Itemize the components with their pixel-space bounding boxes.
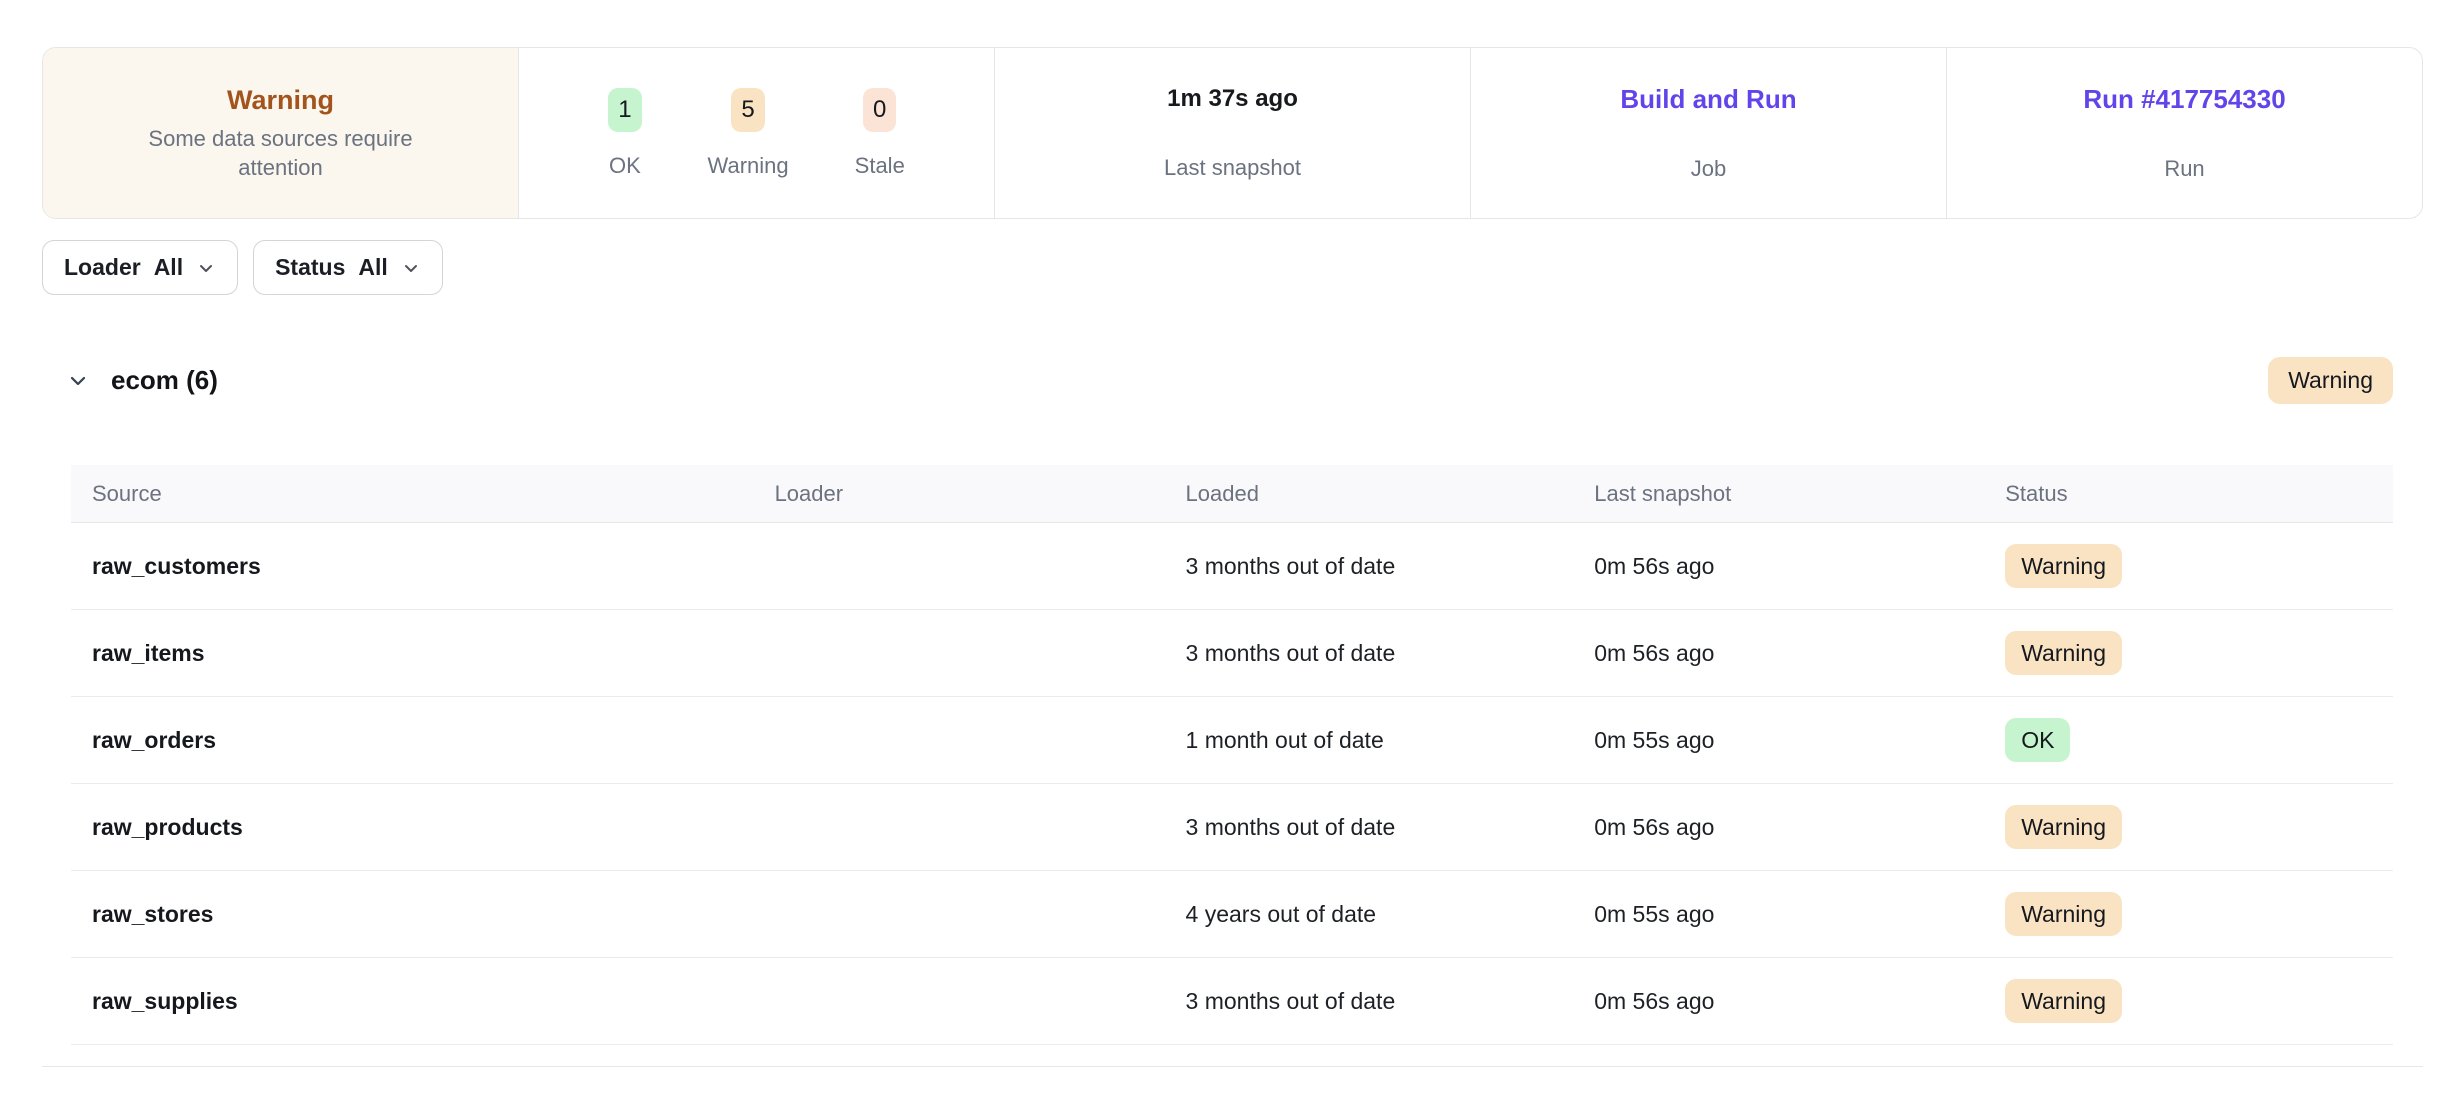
counts-card: 1 OK 5 Warning 0 Stale — [518, 48, 994, 218]
loaded-cell: 3 months out of date — [1186, 784, 1595, 871]
source-cell: raw_orders — [71, 697, 775, 784]
status-cell: Warning — [2005, 784, 2393, 871]
loader-cell — [775, 958, 1186, 1045]
warning-count-badge: 5 — [731, 88, 764, 132]
last-snapshot-cell: 0m 56s ago — [1594, 523, 2005, 610]
table-row: raw_supplies 3 months out of date 0m 56s… — [71, 958, 2393, 1045]
status-cell: OK — [2005, 697, 2393, 784]
status-filter-button[interactable]: Status All — [253, 240, 443, 295]
loader-filter-button[interactable]: Loader All — [42, 240, 238, 295]
loader-cell — [775, 784, 1186, 871]
chevron-down-icon — [66, 369, 90, 393]
column-header-last-snapshot: Last snapshot — [1594, 465, 2005, 523]
last-snapshot-cell: 0m 55s ago — [1594, 871, 2005, 958]
column-header-loaded: Loaded — [1186, 465, 1595, 523]
chevron-down-icon — [196, 258, 216, 278]
table-header-row: Source Loader Loaded Last snapshot Statu… — [71, 465, 2393, 523]
job-label: Job — [1691, 157, 1726, 181]
last-snapshot-cell: 0m 56s ago — [1594, 784, 2005, 871]
warning-count-label: Warning — [708, 154, 789, 178]
last-snapshot-value: 1m 37s ago — [1167, 86, 1298, 112]
stale-count-label: Stale — [855, 154, 905, 178]
loader-cell — [775, 523, 1186, 610]
loader-filter-value: All — [154, 254, 183, 281]
loaded-cell: 3 months out of date — [1186, 958, 1595, 1045]
sources-table: Source Loader Loaded Last snapshot Statu… — [71, 465, 2393, 1045]
status-filter-label: Status — [275, 254, 345, 281]
loaded-cell: 1 month out of date — [1186, 697, 1595, 784]
column-header-source: Source — [71, 465, 775, 523]
source-cell: raw_products — [71, 784, 775, 871]
last-snapshot-cell: 0m 56s ago — [1594, 610, 2005, 697]
group-title: ecom (6) — [111, 365, 218, 396]
overall-status-subtitle: Some data sources require attention — [106, 124, 456, 182]
loaded-cell: 4 years out of date — [1186, 871, 1595, 958]
group-header-ecom: ecom (6) Warning — [66, 357, 2393, 404]
summary-strip: Warning Some data sources require attent… — [42, 47, 2423, 219]
source-cell: raw_items — [71, 610, 775, 697]
loaded-cell: 3 months out of date — [1186, 523, 1595, 610]
table-row: raw_items 3 months out of date 0m 56s ag… — [71, 610, 2393, 697]
table-row: raw_orders 1 month out of date 0m 55s ag… — [71, 697, 2393, 784]
status-badge: Warning — [2005, 544, 2122, 589]
loaded-cell: 3 months out of date — [1186, 610, 1595, 697]
column-header-status: Status — [2005, 465, 2393, 523]
status-badge: Warning — [2005, 805, 2122, 850]
column-header-loader: Loader — [775, 465, 1186, 523]
status-badge: Warning — [2005, 631, 2122, 676]
table-row: raw_customers 3 months out of date 0m 56… — [71, 523, 2393, 610]
table-row: raw_stores 4 years out of date 0m 55s ag… — [71, 871, 2393, 958]
count-ok: 1 OK — [608, 88, 641, 178]
last-snapshot-cell: 0m 56s ago — [1594, 958, 2005, 1045]
loader-cell — [775, 610, 1186, 697]
status-badge: Warning — [2005, 892, 2122, 937]
source-cell: raw_stores — [71, 871, 775, 958]
status-cell: Warning — [2005, 958, 2393, 1045]
status-badge: Warning — [2005, 979, 2122, 1024]
last-snapshot-label: Last snapshot — [1164, 156, 1301, 180]
loader-cell — [775, 697, 1186, 784]
status-cell: Warning — [2005, 871, 2393, 958]
status-filter-value: All — [358, 254, 387, 281]
loader-cell — [775, 871, 1186, 958]
ok-count-label: OK — [609, 154, 641, 178]
run-label: Run — [2164, 157, 2204, 181]
table-row: raw_products 3 months out of date 0m 56s… — [71, 784, 2393, 871]
count-warning: 5 Warning — [708, 88, 789, 178]
run-card: Run #417754330 Run — [1946, 48, 2422, 218]
job-link[interactable]: Build and Run — [1620, 85, 1796, 114]
status-cell: Warning — [2005, 523, 2393, 610]
source-cell: raw_customers — [71, 523, 775, 610]
chevron-down-icon — [401, 258, 421, 278]
section-divider — [42, 1066, 2423, 1067]
source-cell: raw_supplies — [71, 958, 775, 1045]
status-cell: Warning — [2005, 610, 2393, 697]
filter-bar: Loader All Status All — [42, 240, 2464, 295]
group-collapse-toggle[interactable]: ecom (6) — [66, 365, 218, 396]
overall-status-title: Warning — [227, 84, 334, 116]
count-stale: 0 Stale — [855, 88, 905, 178]
stale-count-badge: 0 — [863, 88, 896, 132]
overall-status-card: Warning Some data sources require attent… — [43, 48, 518, 218]
ok-count-badge: 1 — [608, 88, 641, 132]
last-snapshot-card: 1m 37s ago Last snapshot — [994, 48, 1470, 218]
loader-filter-label: Loader — [64, 254, 141, 281]
job-card: Build and Run Job — [1470, 48, 1946, 218]
group-status-badge: Warning — [2268, 357, 2393, 404]
last-snapshot-cell: 0m 55s ago — [1594, 697, 2005, 784]
run-link[interactable]: Run #417754330 — [2083, 85, 2285, 114]
status-badge: OK — [2005, 718, 2070, 763]
